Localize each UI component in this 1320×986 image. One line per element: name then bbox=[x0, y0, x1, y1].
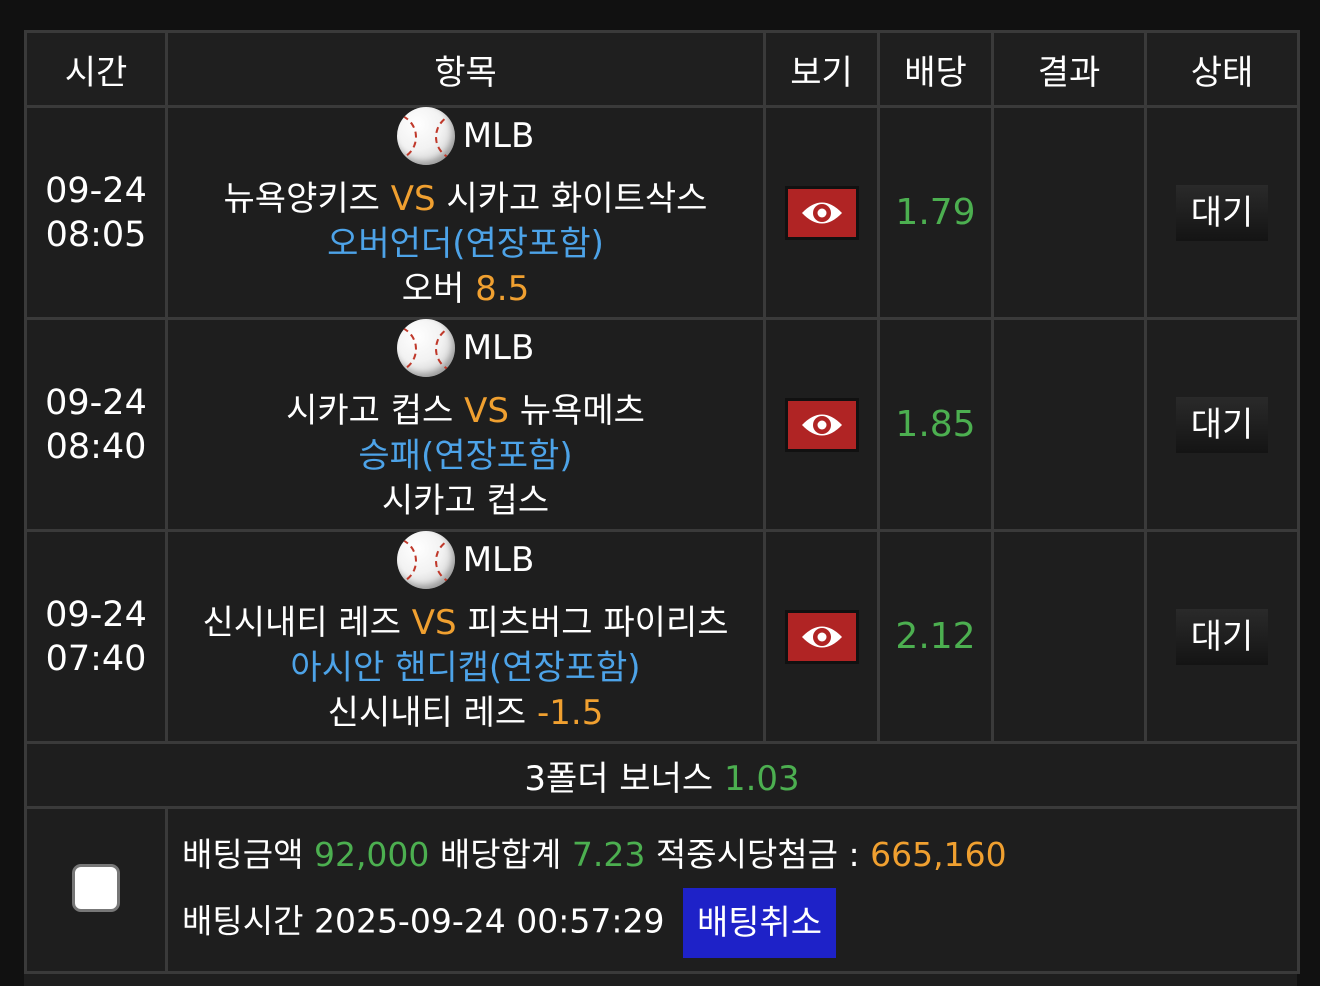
bonus-value: 1.03 bbox=[723, 758, 800, 799]
eye-icon bbox=[801, 202, 842, 223]
bet-time-value: 2025-09-24 00:57:29 bbox=[313, 901, 665, 941]
header-odds: 배당 bbox=[877, 30, 994, 108]
market-type: 오버언더(연장포함) bbox=[327, 224, 604, 264]
bet-result bbox=[991, 317, 1147, 532]
bet-status-cell: 대기 bbox=[1144, 105, 1300, 320]
select-checkbox[interactable] bbox=[72, 864, 120, 912]
home-team: 신시내티 레즈 bbox=[202, 603, 401, 643]
match-teams: 시카고 컵스 VS 뉴욕메츠 bbox=[168, 389, 763, 434]
total-odds-value: 7.23 bbox=[571, 835, 646, 874]
summary-row: 배팅금액 92,000 배당합계 7.23 적중시당첨금 : 665,160 배… bbox=[24, 806, 1300, 974]
summary-amount-line: 배팅금액 92,000 배당합계 7.23 적중시당첨금 : 665,160 bbox=[182, 822, 1297, 888]
bet-status-cell: 대기 bbox=[1144, 529, 1300, 744]
bet-slip-table-wrap: 시간 항목 보기 배당 결과 상태 09-24 08:05 MLB 뉴욕양키즈 … bbox=[24, 30, 1300, 986]
amount-label: 배팅금액 bbox=[182, 835, 304, 874]
pick-label: 시카고 컵스 bbox=[381, 481, 550, 521]
bonus-row: 3폴더 보너스 1.03 bbox=[24, 741, 1300, 809]
pick-value: 8.5 bbox=[475, 269, 530, 309]
bet-clock: 08:40 bbox=[45, 426, 147, 467]
summary-time-line: 배팅시간 2025-09-24 00:57:29 배팅취소 bbox=[182, 888, 1297, 958]
table-row: 09-24 07:40 MLB 신시내티 레즈 VS 피츠버그 파이리츠 아시안… bbox=[24, 529, 1300, 744]
header-result: 결과 bbox=[991, 30, 1147, 108]
baseball-icon bbox=[396, 531, 455, 589]
header-time: 시간 bbox=[24, 30, 168, 108]
table-header-row: 시간 항목 보기 배당 결과 상태 bbox=[24, 30, 1300, 108]
bet-result bbox=[991, 105, 1147, 320]
payout-label: 적중시당첨금 : bbox=[655, 835, 860, 874]
bet-item-cell: MLB 신시내티 레즈 VS 피츠버그 파이리츠 아시안 핸디캡(연장포함) 신… bbox=[165, 529, 766, 744]
header-status: 상태 bbox=[1144, 30, 1300, 108]
bet-time-cell: 09-24 07:40 bbox=[24, 529, 168, 744]
summary-info-cell: 배팅금액 92,000 배당합계 7.23 적중시당첨금 : 665,160 배… bbox=[165, 806, 1300, 974]
pick-line: 신시내티 레즈 -1.5 bbox=[168, 691, 763, 736]
bet-date: 09-24 bbox=[45, 170, 147, 211]
vs-label: VS bbox=[464, 391, 509, 431]
pick-label: 신시내티 레즈 bbox=[327, 693, 527, 733]
bet-view-cell bbox=[763, 317, 880, 532]
baseball-icon bbox=[396, 107, 455, 165]
bet-odds: 2.12 bbox=[877, 529, 994, 744]
status-badge: 대기 bbox=[1176, 608, 1268, 665]
status-badge: 대기 bbox=[1176, 396, 1268, 453]
eye-icon bbox=[801, 626, 842, 647]
bonus-label: 3폴더 보너스 bbox=[524, 758, 714, 799]
select-cell bbox=[24, 806, 168, 974]
cancel-bet-button[interactable]: 배팅취소 bbox=[682, 888, 837, 958]
league-name: MLB bbox=[462, 539, 535, 580]
pick-line: 오버 8.5 bbox=[168, 267, 763, 312]
pick-label: 오버 bbox=[401, 269, 465, 309]
baseball-icon bbox=[396, 319, 455, 377]
bet-date: 09-24 bbox=[45, 382, 147, 423]
bet-odds: 1.85 bbox=[877, 317, 994, 532]
vs-label: VS bbox=[411, 603, 457, 643]
bet-time-label: 배팅시간 bbox=[182, 901, 304, 941]
bet-view-cell bbox=[763, 529, 880, 744]
home-team: 뉴욕양키즈 bbox=[223, 179, 380, 219]
market-type: 승패(연장포함) bbox=[358, 436, 573, 476]
view-button[interactable] bbox=[784, 397, 859, 452]
bet-status-cell: 대기 bbox=[1144, 317, 1300, 532]
bet-clock: 07:40 bbox=[45, 638, 147, 679]
league-name: MLB bbox=[462, 115, 535, 156]
match-teams: 뉴욕양키즈 VS 시카고 화이트삭스 bbox=[168, 177, 763, 222]
eye-icon bbox=[801, 414, 842, 435]
total-odds-label: 배당합계 bbox=[439, 835, 562, 874]
bet-result bbox=[991, 529, 1147, 744]
pick-line: 시카고 컵스 bbox=[168, 479, 763, 524]
away-team: 피츠버그 파이리츠 bbox=[467, 603, 729, 643]
away-team: 시카고 화이트삭스 bbox=[446, 179, 708, 219]
view-button[interactable] bbox=[784, 609, 859, 664]
header-item: 항목 bbox=[165, 30, 766, 108]
amount-value: 92,000 bbox=[313, 835, 430, 874]
bet-odds: 1.79 bbox=[877, 105, 994, 320]
table-row: 09-24 08:05 MLB 뉴욕양키즈 VS 시카고 화이트삭스 오버언더(… bbox=[24, 105, 1300, 320]
bet-date: 09-24 bbox=[45, 594, 147, 635]
bet-item-cell: MLB 시카고 컵스 VS 뉴욕메츠 승패(연장포함) 시카고 컵스 bbox=[165, 317, 766, 532]
bet-view-cell bbox=[763, 105, 880, 320]
match-teams: 신시내티 레즈 VS 피츠버그 파이리츠 bbox=[168, 601, 763, 646]
bonus-cell: 3폴더 보너스 1.03 bbox=[24, 741, 1300, 809]
bet-item-cell: MLB 뉴욕양키즈 VS 시카고 화이트삭스 오버언더(연장포함) 오버 8.5 bbox=[165, 105, 766, 320]
payout-value: 665,160 bbox=[870, 835, 1007, 874]
market-type: 아시안 핸디캡(연장포함) bbox=[290, 648, 641, 688]
table-row: 09-24 08:40 MLB 시카고 컵스 VS 뉴욕메츠 승패(연장포함) … bbox=[24, 317, 1300, 532]
status-badge: 대기 bbox=[1176, 184, 1268, 241]
vs-label: VS bbox=[390, 179, 436, 219]
league-name: MLB bbox=[462, 327, 535, 368]
bet-slip-table: 시간 항목 보기 배당 결과 상태 09-24 08:05 MLB 뉴욕양키즈 … bbox=[24, 30, 1300, 974]
view-button[interactable] bbox=[784, 185, 859, 240]
bet-time-cell: 09-24 08:40 bbox=[24, 317, 168, 532]
header-view: 보기 bbox=[763, 30, 880, 108]
bet-clock: 08:05 bbox=[45, 214, 147, 255]
away-team: 뉴욕메츠 bbox=[519, 391, 645, 431]
pick-value: -1.5 bbox=[536, 693, 604, 733]
bet-time-cell: 09-24 08:05 bbox=[24, 105, 168, 320]
home-team: 시카고 컵스 bbox=[286, 391, 454, 431]
